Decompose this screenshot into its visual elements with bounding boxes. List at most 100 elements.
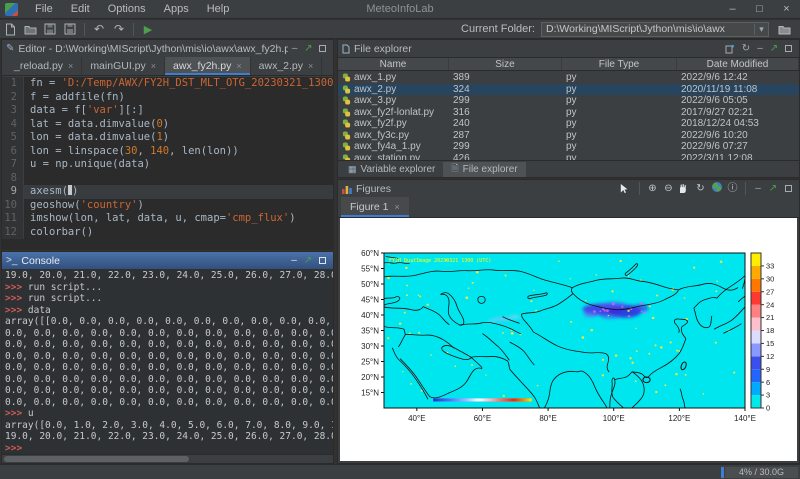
- editor-tab-_reload-py[interactable]: _reload.py×: [6, 57, 82, 75]
- menu-item-options[interactable]: Options: [99, 0, 155, 19]
- code-editor[interactable]: 1fn = 'D:/Temp/AWX/FY2H_DST_MLT_OTG_2023…: [2, 77, 333, 249]
- column-header-size[interactable]: Size: [449, 58, 562, 70]
- figure-tab[interactable]: Figure 1 ×: [341, 197, 409, 217]
- code-line[interactable]: 7u = np.unique(data): [2, 158, 333, 172]
- close-tab-icon[interactable]: ×: [151, 61, 156, 71]
- column-header-name[interactable]: Name: [338, 58, 449, 70]
- file-explorer-maximize-icon[interactable]: [785, 45, 792, 52]
- editor-float-icon[interactable]: ↗: [302, 40, 316, 57]
- browse-folder-button[interactable]: [774, 21, 794, 38]
- code-line[interactable]: 6lon = linspace(30, 140, len(lon)): [2, 145, 333, 159]
- code-line[interactable]: 8: [2, 172, 333, 186]
- figures-minimize-icon[interactable]: –: [751, 180, 765, 197]
- column-header-file-type[interactable]: File Type: [562, 58, 677, 70]
- code-line[interactable]: 9axesm(): [2, 185, 333, 199]
- code-line[interactable]: 3data = f['var'][:]: [2, 104, 333, 118]
- undo-button[interactable]: ↶: [89, 21, 109, 38]
- code-line[interactable]: 1fn = 'D:/Temp/AWX/FY2H_DST_MLT_OTG_2023…: [2, 77, 333, 91]
- svg-text:50°N: 50°N: [361, 280, 379, 289]
- open-folder-icon: [24, 24, 37, 35]
- close-figure-icon[interactable]: ×: [395, 202, 400, 212]
- map-image: [384, 253, 745, 413]
- file-row-awx_fy2f-lonlat.py[interactable]: awx_fy2f-lonlat.py316py2017/9/27 02:21: [338, 107, 799, 119]
- file-explorer-title-bar: File explorer ↻ – ↗: [338, 40, 799, 57]
- file-row-awx_2.py[interactable]: awx_2.py324py2020/11/19 11:08: [338, 84, 799, 96]
- bottom-tab-file-explorer[interactable]: 🗎File explorer: [443, 162, 525, 177]
- menu-item-file[interactable]: File: [26, 0, 62, 19]
- globe-projection-button[interactable]: [709, 179, 724, 198]
- code-line[interactable]: 2f = addfile(fn): [2, 91, 333, 105]
- maximize-window-icon[interactable]: □: [746, 0, 773, 19]
- figures-title: Figures: [356, 183, 391, 195]
- file-explorer-float-icon[interactable]: ↗: [767, 40, 781, 57]
- file-table-header[interactable]: NameSizeFile TypeDate Modified: [338, 57, 799, 71]
- svg-text:18: 18: [766, 326, 774, 335]
- chevron-down-icon[interactable]: ▾: [754, 24, 768, 35]
- pan-button[interactable]: [677, 183, 692, 194]
- bottom-tab-variable-explorer[interactable]: ▦Variable explorer: [340, 162, 443, 177]
- identify-button[interactable]: ⓘ: [725, 181, 740, 197]
- new-file-button[interactable]: [0, 21, 20, 38]
- save-button[interactable]: [40, 21, 60, 38]
- editor-maximize-icon[interactable]: [319, 45, 326, 52]
- svg-text:100°E: 100°E: [603, 414, 625, 423]
- x-axis-ticks: 40°E60°E80°E100°E120°E140°E: [408, 408, 756, 423]
- editor-icon: ✎: [6, 43, 14, 54]
- zoom-out-button[interactable]: ⊖: [661, 181, 676, 197]
- rotate-button[interactable]: ↻: [693, 181, 708, 197]
- figures-float-icon[interactable]: ↗: [766, 180, 780, 197]
- figures-maximize-icon[interactable]: [785, 185, 792, 192]
- console-horizontal-scrollbar[interactable]: [2, 454, 333, 463]
- new-folder-button[interactable]: [725, 44, 739, 54]
- file-row-awx_station.py[interactable]: awx_station.py426py2022/3/11 12:08: [338, 153, 799, 161]
- file-row-awx_fy4a_1.py[interactable]: awx_fy4a_1.py299py2022/9/6 07:27: [338, 141, 799, 153]
- editor-tab-awx_2-py[interactable]: awx_2.py×: [251, 57, 323, 75]
- select-cursor-button[interactable]: [619, 183, 634, 194]
- save-as-button[interactable]: [60, 21, 80, 38]
- editor-tab-mainGUI-py[interactable]: mainGUI.py×: [82, 57, 165, 75]
- main-toolbar: ↶ ↷ ▶ Current Folder: D:\Working\MIScrip…: [0, 20, 800, 39]
- refresh-button[interactable]: ↻: [739, 40, 753, 57]
- python-file-icon: [342, 96, 351, 105]
- menu-item-edit[interactable]: Edit: [62, 0, 99, 19]
- close-tab-icon[interactable]: ×: [68, 61, 73, 71]
- file-explorer-title: File explorer: [354, 43, 412, 55]
- console-maximize-icon[interactable]: [319, 257, 326, 264]
- file-row-awx_3.py[interactable]: awx_3.py299py2022/9/6 05:05: [338, 95, 799, 107]
- minimize-window-icon[interactable]: –: [719, 0, 746, 19]
- console-output[interactable]: 19.0, 20.0, 21.0, 22.0, 23.0, 24.0, 25.0…: [2, 269, 333, 454]
- code-line[interactable]: 12colorbar(): [2, 226, 333, 240]
- close-window-icon[interactable]: ×: [773, 0, 800, 19]
- code-line[interactable]: 4lat = data.dimvalue(0): [2, 118, 333, 132]
- figures-tab-bar: Figure 1 ×: [338, 197, 799, 218]
- console-icon: >_: [6, 255, 17, 266]
- file-row-awx_1.py[interactable]: awx_1.py389py2022/9/6 12:42: [338, 72, 799, 84]
- code-line[interactable]: 11imshow(lon, lat, data, u, cmap='cmp_fl…: [2, 212, 333, 226]
- run-script-button[interactable]: ▶: [138, 21, 158, 38]
- zoom-in-button[interactable]: ⊕: [645, 181, 660, 197]
- current-folder-label: Current Folder:: [461, 23, 541, 35]
- column-header-date-modified[interactable]: Date Modified: [677, 58, 799, 70]
- code-line[interactable]: 10geoshow('country'): [2, 199, 333, 213]
- console-minimize-icon[interactable]: –: [287, 252, 301, 269]
- open-file-button[interactable]: [20, 21, 40, 38]
- scrollbar-thumb[interactable]: [4, 456, 189, 462]
- redo-button[interactable]: ↷: [109, 21, 129, 38]
- close-tab-icon[interactable]: ×: [308, 61, 313, 71]
- figure-canvas[interactable]: FY2H DustImage 20230321 1300 (UTC) 40°E6…: [340, 218, 797, 461]
- current-folder-value: D:\Working\MIScript\Jython\mis\io\awx: [542, 23, 754, 35]
- console-line: >>> data: [5, 305, 330, 317]
- editor-tab-awx_fy2h-py[interactable]: awx_fy2h.py×: [165, 57, 251, 75]
- close-tab-icon[interactable]: ×: [236, 61, 241, 71]
- console-line: >>> run script...: [5, 282, 330, 294]
- current-folder-combobox[interactable]: D:\Working\MIScript\Jython\mis\io\awx ▾: [541, 22, 769, 37]
- file-row-awx_fy3c.py[interactable]: awx_fy3c.py287py2022/9/6 10:20: [338, 130, 799, 142]
- code-line[interactable]: 5lon = data.dimvalue(1): [2, 131, 333, 145]
- editor-minimize-icon[interactable]: –: [288, 40, 302, 57]
- menu-item-help[interactable]: Help: [198, 0, 239, 19]
- file-row-awx_fy2f.py[interactable]: awx_fy2f.py240py2018/12/24 04:53: [338, 118, 799, 130]
- console-float-icon[interactable]: ↗: [301, 252, 315, 269]
- svg-text:12: 12: [766, 352, 774, 361]
- menu-item-apps[interactable]: Apps: [155, 0, 198, 19]
- file-explorer-minimize-icon[interactable]: –: [753, 40, 767, 57]
